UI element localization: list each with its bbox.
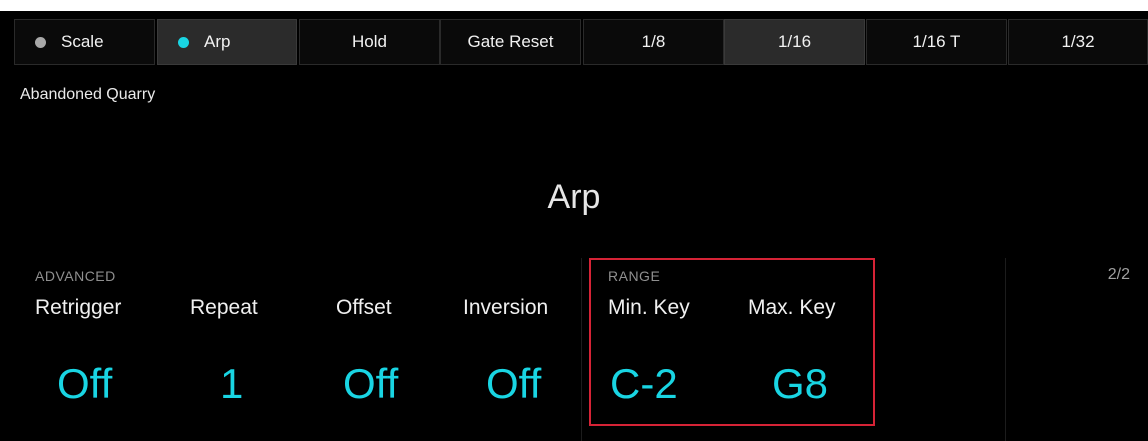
- tab-1-8[interactable]: 1/8: [583, 19, 724, 65]
- param-label-inversion: Inversion: [463, 296, 549, 319]
- tab-gate-reset[interactable]: Gate Reset: [440, 19, 581, 65]
- tab-label: 1/16 T: [912, 32, 961, 51]
- page-indicator: 2/2: [1107, 266, 1130, 283]
- param-label-offset: Offset: [336, 296, 392, 319]
- scale-indicator-icon: [35, 36, 46, 48]
- tab-scale[interactable]: Scale: [14, 19, 155, 65]
- param-value-retrigger[interactable]: Off: [57, 360, 112, 408]
- section-divider: [1005, 258, 1006, 441]
- tab-label: 1/32: [1061, 32, 1095, 51]
- arp-indicator-icon: [178, 36, 189, 48]
- param-value-repeat[interactable]: 1: [220, 360, 243, 408]
- section-label-advanced: ADVANCED: [35, 268, 116, 284]
- page-title: Arp: [547, 178, 601, 216]
- tab-label: Scale: [61, 32, 104, 51]
- tab-1-32[interactable]: 1/32: [1008, 19, 1148, 65]
- tab-label: 1/16: [777, 32, 812, 51]
- tab-1-16[interactable]: 1/16: [724, 19, 865, 65]
- tab-label: Arp: [204, 32, 231, 51]
- section-divider: [581, 258, 582, 441]
- tab-label: 1/8: [641, 32, 666, 51]
- top-edge: [0, 0, 1148, 11]
- param-value-offset[interactable]: Off: [343, 360, 398, 408]
- preset-name: Abandoned Quarry: [20, 86, 156, 103]
- param-label-retrigger: Retrigger: [35, 296, 122, 319]
- tab-bar: Scale Arp Hold Gate Reset 1/8 1/16 1/16 …: [0, 11, 1148, 69]
- tab-hold[interactable]: Hold: [299, 19, 440, 65]
- param-value-inversion[interactable]: Off: [486, 360, 541, 408]
- tab-1-16-t[interactable]: 1/16 T: [866, 19, 1007, 65]
- tab-label: Hold: [352, 32, 387, 51]
- range-highlight-box: [589, 258, 875, 426]
- tab-label: Gate Reset: [467, 32, 554, 51]
- param-label-repeat: Repeat: [190, 296, 258, 319]
- tab-arp[interactable]: Arp: [157, 19, 297, 65]
